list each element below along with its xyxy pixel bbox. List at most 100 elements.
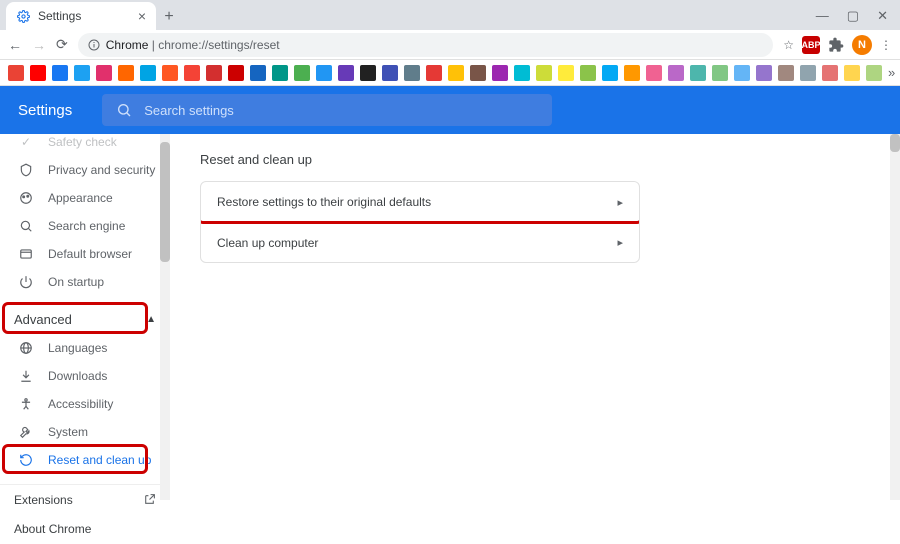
main-scrollbar-thumb[interactable]: [890, 134, 900, 152]
row-label: Restore settings to their original defau…: [217, 195, 431, 209]
kebab-menu-icon[interactable]: ⋮: [880, 38, 892, 52]
bookmark-favicon[interactable]: [96, 65, 112, 81]
bookmark-favicon[interactable]: [272, 65, 288, 81]
page-title: Settings: [18, 102, 72, 119]
bookmark-favicon[interactable]: [668, 65, 684, 81]
sidebar-item-on-startup[interactable]: On startup: [0, 268, 170, 296]
restore-icon: [18, 453, 34, 467]
sidebar-item-label: Privacy and security: [48, 163, 155, 177]
sidebar-item-downloads[interactable]: Downloads: [0, 362, 170, 390]
sidebar-item-search-engine[interactable]: Search engine: [0, 212, 170, 240]
chevron-right-icon: ▸: [617, 196, 623, 209]
clean-up-computer-row[interactable]: Clean up computer ▸: [201, 222, 639, 262]
bookmark-favicon[interactable]: [184, 65, 200, 81]
bookmark-favicon[interactable]: [382, 65, 398, 81]
bookmark-favicon[interactable]: [162, 65, 178, 81]
omnibox[interactable]: Chrome | chrome://settings/reset: [78, 33, 774, 57]
download-icon: [18, 369, 34, 383]
bookmark-favicon[interactable]: [514, 65, 530, 81]
bookmark-favicon[interactable]: [30, 65, 46, 81]
sidebar-item-reset[interactable]: Reset and clean up: [0, 446, 170, 474]
new-tab-button[interactable]: +: [156, 4, 182, 30]
sidebar-item-safety-check[interactable]: ✓ Safety check: [0, 128, 170, 156]
bookmark-favicon[interactable]: [360, 65, 376, 81]
window-controls: — ▢ ✕: [816, 8, 900, 30]
bookmark-favicon[interactable]: [756, 65, 772, 81]
section-label: Advanced: [14, 312, 72, 327]
sidebar-item-appearance[interactable]: Appearance: [0, 184, 170, 212]
sidebar-scrollbar-thumb[interactable]: [160, 142, 170, 262]
sidebar-item-privacy[interactable]: Privacy and security: [0, 156, 170, 184]
globe-icon: [18, 341, 34, 355]
address-bar: ← → ⟳ Chrome | chrome://settings/reset ☆…: [0, 30, 900, 60]
maximize-icon[interactable]: ▢: [847, 8, 859, 24]
bookmark-favicon[interactable]: [52, 65, 68, 81]
sidebar-item-label: Appearance: [48, 191, 113, 205]
bookmark-favicon[interactable]: [470, 65, 486, 81]
chevron-right-icon: ▸: [617, 236, 623, 249]
sidebar-item-label: Downloads: [48, 369, 107, 383]
bookmark-favicon[interactable]: [140, 65, 156, 81]
bookmark-favicon[interactable]: [250, 65, 266, 81]
bookmark-favicon[interactable]: [844, 65, 860, 81]
bookmark-favicon[interactable]: [316, 65, 332, 81]
site-info-icon[interactable]: [88, 39, 100, 51]
bookmark-favicon[interactable]: [580, 65, 596, 81]
bookmark-favicon[interactable]: [8, 65, 24, 81]
sidebar-item-languages[interactable]: Languages: [0, 334, 170, 362]
sidebar-item-system[interactable]: System: [0, 418, 170, 446]
shield-icon: [18, 163, 34, 177]
browser-tab[interactable]: Settings ×: [6, 2, 156, 30]
sidebar-item-label: Reset and clean up: [48, 453, 151, 467]
bookmark-favicon[interactable]: [602, 65, 618, 81]
bookmark-favicon[interactable]: [338, 65, 354, 81]
bookmark-favicon[interactable]: [822, 65, 838, 81]
tab-title: Settings: [38, 9, 130, 23]
bookmark-favicon[interactable]: [866, 65, 882, 81]
bookmark-favicon[interactable]: [404, 65, 420, 81]
search-settings-field[interactable]: [102, 94, 552, 126]
forward-button[interactable]: →: [32, 37, 46, 53]
back-button[interactable]: ←: [8, 37, 22, 53]
abp-extension-icon[interactable]: ABP: [802, 36, 820, 54]
bookmark-favicon[interactable]: [74, 65, 90, 81]
bookmark-favicon[interactable]: [426, 65, 442, 81]
reload-button[interactable]: ⟳: [56, 36, 68, 53]
main-scrollbar-track: [890, 134, 900, 500]
accessibility-icon: [18, 397, 34, 411]
restore-defaults-row[interactable]: Restore settings to their original defau…: [201, 182, 639, 222]
close-tab-icon[interactable]: ×: [138, 8, 146, 24]
bookmark-favicon[interactable]: [228, 65, 244, 81]
sidebar-item-accessibility[interactable]: Accessibility: [0, 390, 170, 418]
bookmarks-overflow-icon[interactable]: »: [888, 65, 895, 80]
extensions-puzzle-icon[interactable]: [828, 37, 844, 53]
advanced-section-toggle[interactable]: Advanced ▲: [0, 304, 170, 334]
bookmark-favicon[interactable]: [624, 65, 640, 81]
url-text: Chrome | chrome://settings/reset: [106, 38, 280, 52]
bookmark-favicon[interactable]: [492, 65, 508, 81]
bookmark-favicon[interactable]: [690, 65, 706, 81]
bookmark-favicon[interactable]: [734, 65, 750, 81]
minimize-icon[interactable]: —: [816, 8, 829, 24]
bookmark-favicon[interactable]: [294, 65, 310, 81]
bookmark-favicon[interactable]: [800, 65, 816, 81]
bookmark-favicon[interactable]: [536, 65, 552, 81]
palette-icon: [18, 191, 34, 205]
chevron-up-icon: ▲: [146, 314, 156, 325]
bookmark-favicon[interactable]: [646, 65, 662, 81]
sidebar-extensions-link[interactable]: Extensions: [0, 484, 170, 514]
bookmark-favicon[interactable]: [206, 65, 222, 81]
close-window-icon[interactable]: ✕: [877, 8, 888, 24]
star-bookmark-icon[interactable]: ☆: [783, 38, 794, 52]
search-icon: [18, 219, 34, 233]
search-input[interactable]: [144, 103, 538, 118]
sidebar-about-link[interactable]: About Chrome: [0, 514, 170, 544]
sidebar-item-default-browser[interactable]: Default browser: [0, 240, 170, 268]
bookmark-favicon[interactable]: [118, 65, 134, 81]
bookmark-favicon[interactable]: [558, 65, 574, 81]
bookmark-favicon[interactable]: [712, 65, 728, 81]
bookmark-favicon[interactable]: [448, 65, 464, 81]
sidebar-item-label: System: [48, 425, 88, 439]
bookmark-favicon[interactable]: [778, 65, 794, 81]
profile-avatar[interactable]: N: [852, 35, 872, 55]
